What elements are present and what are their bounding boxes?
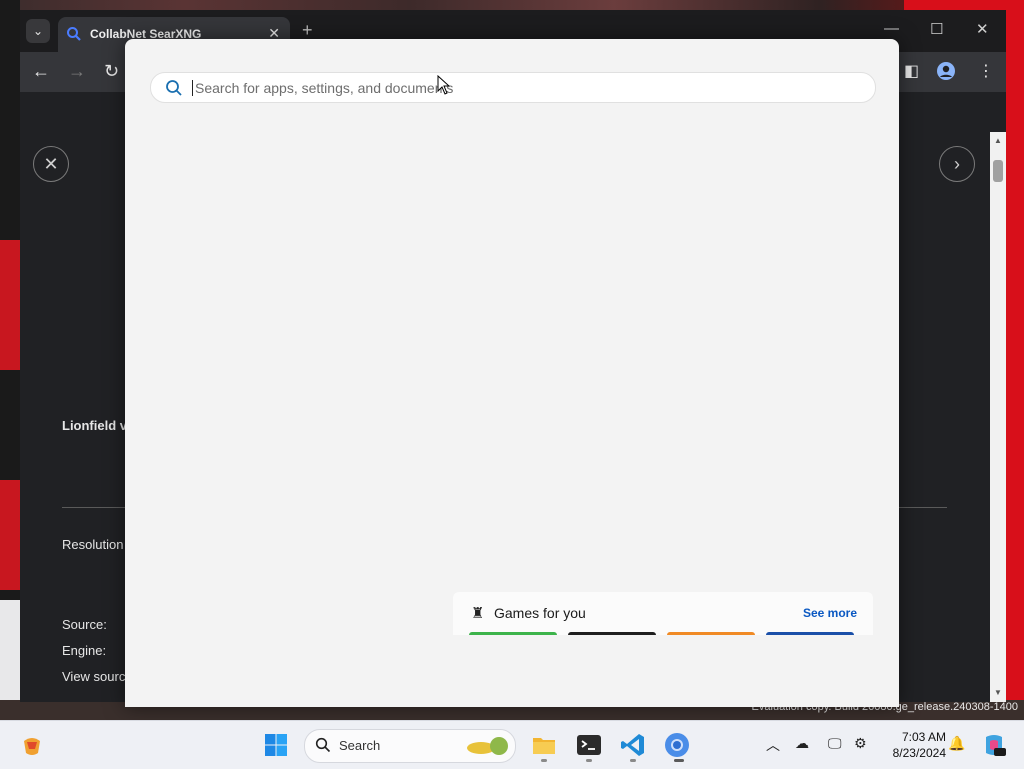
taskbar-clock[interactable]: 7:03 AM 8/23/2024 xyxy=(880,729,946,761)
forward-arrow-icon[interactable]: → xyxy=(68,61,86,82)
game-thumb-4[interactable] xyxy=(766,632,854,635)
games-for-you-card: ♜ Games for you See more xyxy=(453,592,873,635)
notification-bell-icon[interactable]: 🔔 xyxy=(948,735,965,752)
resolution-label: Resolution xyxy=(62,537,124,552)
search-icon xyxy=(315,737,331,753)
clock-time: 7:03 AM xyxy=(901,730,946,744)
see-more-link[interactable]: See more xyxy=(803,606,857,620)
clock-date: 8/23/2024 xyxy=(892,746,946,760)
reload-icon[interactable]: ↻ xyxy=(104,61,119,82)
text-caret xyxy=(192,80,193,96)
back-arrow-icon[interactable]: ← xyxy=(32,61,50,82)
browser-menu-icon[interactable]: ⋮ xyxy=(978,61,994,81)
tab-search-button[interactable]: ⌄ xyxy=(26,19,50,43)
page-scrollbar[interactable]: ▲ ▼ xyxy=(990,132,1006,702)
file-explorer-icon[interactable] xyxy=(530,731,558,759)
start-search-input[interactable] xyxy=(193,78,857,98)
copilot-icon[interactable] xyxy=(980,731,1008,759)
taskbar-search-label: Search xyxy=(339,738,381,753)
side-panel-icon[interactable]: ◧ xyxy=(904,61,919,81)
game-thumb-1[interactable] xyxy=(469,632,557,635)
chromium-browser-icon[interactable] xyxy=(663,731,691,759)
chess-piece-icon: ♜ xyxy=(471,605,485,622)
taskbar-search-box[interactable]: Search xyxy=(304,729,516,763)
profile-avatar-icon[interactable] xyxy=(936,61,956,86)
vscode-icon[interactable] xyxy=(619,731,647,759)
accessibility-icon[interactable]: ⚙ xyxy=(854,735,867,752)
onedrive-offline-icon[interactable]: ☁ xyxy=(795,735,809,752)
maximize-button[interactable]: ☐ xyxy=(930,20,943,38)
taskbar: Search ︿ ☁ 🖵 ⚙ 🔔 7:03 AM 8/23/2024 xyxy=(0,720,1024,769)
game-thumb-2[interactable] xyxy=(568,632,656,635)
windows-start-icon[interactable] xyxy=(262,731,290,759)
close-circle-icon[interactable]: ✕ xyxy=(33,146,69,182)
next-circle-icon[interactable]: › xyxy=(939,146,975,182)
search-favicon-icon xyxy=(67,27,81,41)
terminal-icon[interactable] xyxy=(575,731,603,759)
game-thumb-3[interactable] xyxy=(667,632,755,635)
source-label: Source: xyxy=(62,617,107,632)
new-tab-button[interactable]: + xyxy=(302,20,313,41)
engine-label: Engine: xyxy=(62,643,107,658)
view-source-link[interactable]: View sourc xyxy=(62,669,125,684)
result-heading: Lionfield v xyxy=(62,418,127,433)
scrollbar-thumb[interactable] xyxy=(993,160,1003,182)
wallpaper-left-strip xyxy=(0,0,20,720)
search-icon xyxy=(166,80,182,96)
start-search-box[interactable] xyxy=(150,72,876,103)
show-hidden-icons-chevron-icon[interactable]: ︿ xyxy=(766,735,780,755)
games-title: Games for you xyxy=(494,605,586,621)
minimize-button[interactable]: — xyxy=(884,20,899,37)
mouse-pointer-icon xyxy=(437,75,451,95)
close-window-button[interactable]: ✕ xyxy=(976,20,989,38)
widgets-weather-icon[interactable] xyxy=(18,731,46,759)
search-highlight-decoration-icon xyxy=(467,737,508,755)
start-menu-panel: ♜ Games for you See more xyxy=(125,39,899,707)
network-display-icon[interactable]: 🖵 xyxy=(828,735,842,752)
